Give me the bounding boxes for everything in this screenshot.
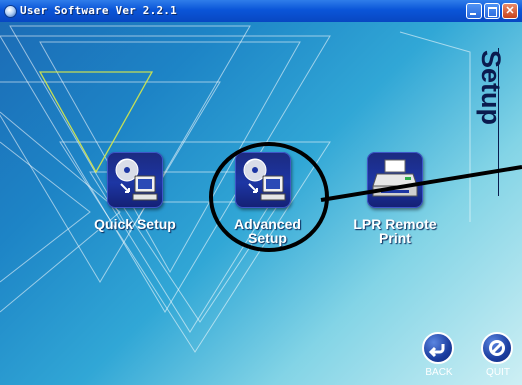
printer-icon bbox=[367, 152, 423, 208]
title-bar: User Software Ver 2.2.1 ✕ bbox=[0, 0, 522, 22]
back-arrow-icon bbox=[422, 332, 454, 364]
advanced-setup-label-line2: Setup bbox=[248, 230, 287, 246]
cd-to-computer-icon bbox=[107, 152, 163, 208]
page-heading: Setup bbox=[476, 50, 506, 126]
lpr-remote-print-label-line2: Print bbox=[379, 230, 411, 246]
quit-button[interactable]: QUIT bbox=[478, 332, 518, 382]
window-title: User Software Ver 2.2.1 bbox=[20, 4, 177, 17]
quick-setup-label: Quick Setup bbox=[94, 216, 176, 232]
quit-label: QUIT bbox=[486, 367, 510, 378]
advanced-setup-button[interactable]: Advanced Setup bbox=[226, 152, 316, 252]
app-icon bbox=[4, 5, 17, 18]
quick-setup-button[interactable]: Quick Setup bbox=[90, 152, 180, 232]
app-window: User Software Ver 2.2.1 ✕ Setup Quick Se… bbox=[0, 0, 522, 385]
minimize-button[interactable] bbox=[466, 3, 482, 19]
close-button[interactable]: ✕ bbox=[502, 3, 518, 19]
lpr-remote-print-button[interactable]: LPR Remote Print bbox=[350, 152, 440, 252]
back-label: BACK bbox=[425, 367, 453, 378]
back-button[interactable]: BACK bbox=[419, 332, 459, 382]
main-panel: Setup Quick Setup Advanced Setup LPR Rem… bbox=[0, 22, 522, 385]
cd-to-computer-icon bbox=[235, 152, 291, 208]
quit-icon bbox=[481, 332, 513, 364]
maximize-button[interactable] bbox=[484, 3, 500, 19]
